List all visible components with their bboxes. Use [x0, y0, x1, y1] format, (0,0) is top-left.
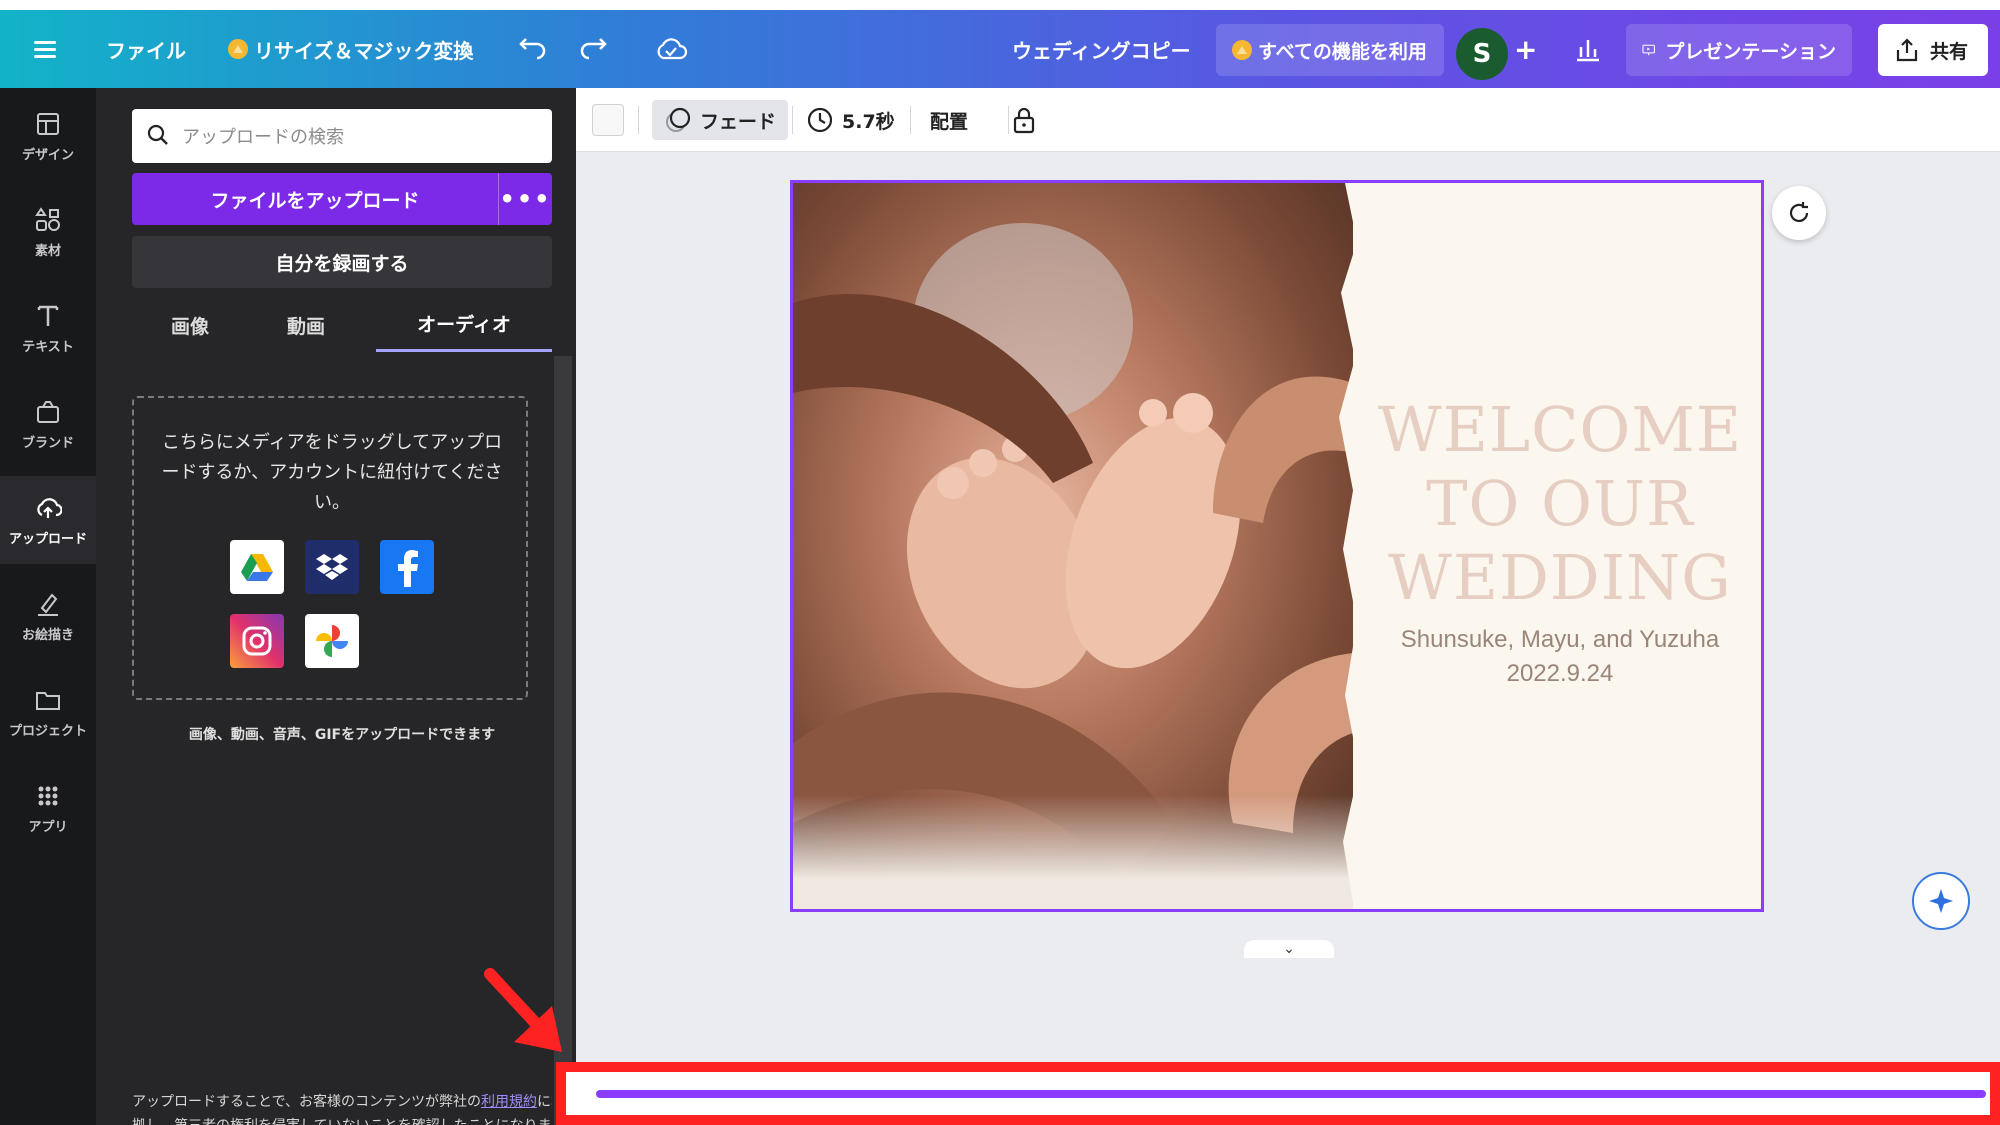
rail-label: お絵描き: [21, 627, 74, 643]
record-yourself-button[interactable]: 自分を録画する: [132, 236, 552, 288]
upload-file-button[interactable]: ファイルをアップロード •••: [132, 173, 552, 225]
rail-label: ブランド: [21, 435, 74, 451]
upload-file-label: ファイルをアップロード: [210, 189, 420, 212]
cloud-upload-icon: [37, 497, 62, 518]
tab-images[interactable]: 画像: [132, 298, 248, 352]
text-icon: [37, 305, 59, 326]
top-bar: ファイル リサイズ＆マジック変換 ウェディングコピー すべての機能を利用 S +…: [0, 0, 2000, 88]
transition-fade-button[interactable]: フェード: [652, 100, 789, 140]
search-input[interactable]: アップロードの検索: [132, 109, 552, 163]
undo-icon[interactable]: [518, 10, 548, 88]
google-photos-icon[interactable]: [305, 614, 359, 668]
terms-link[interactable]: 利用規約: [481, 1094, 537, 1110]
shapes-icon: [35, 206, 60, 231]
red-arrow-icon: [484, 968, 562, 1052]
add-people-icon[interactable]: +: [1514, 10, 1537, 88]
rail-label: テキスト: [22, 339, 74, 355]
apps-grid-icon: [38, 786, 58, 805]
instagram-icon[interactable]: [230, 614, 284, 668]
google-drive-icon[interactable]: [230, 540, 284, 594]
regenerate-icon[interactable]: [1772, 186, 1826, 240]
terms-text-2: に準: [537, 1094, 552, 1110]
baby-feet-photo[interactable]: [793, 183, 1353, 909]
lock-icon[interactable]: [1010, 100, 1038, 140]
pen-icon: [38, 592, 58, 616]
drop-zone[interactable]: こちらにメディアをドラッグしてアップロードするか、アカウントに紐付けてください。: [132, 396, 528, 700]
fade-icon: [666, 107, 691, 132]
search-icon: [147, 124, 168, 145]
design-canvas[interactable]: WELCOME TO OUR WEDDING Shunsuke, Mayu, a…: [790, 180, 1764, 912]
file-menu[interactable]: ファイル: [106, 10, 186, 88]
pro-label: すべての機能を利用: [1258, 40, 1427, 63]
names-text: Shunsuke, Mayu, and Yuzuha: [1400, 626, 1720, 653]
dropbox-icon[interactable]: [305, 540, 359, 594]
share-label: 共有: [1930, 40, 1969, 63]
clock-icon: [807, 107, 833, 133]
editor-workspace: フェード 5.7秒 配置 WELCOME TO OUR WEDDING Shun…: [576, 88, 2000, 1125]
design-title[interactable]: ウェディングコピー: [1012, 10, 1191, 88]
couple-names[interactable]: Shunsuke, Mayu, and Yuzuha 2022.9.24: [1353, 623, 1761, 691]
crown-icon: [228, 39, 248, 59]
cloud-save-icon[interactable]: [654, 10, 688, 88]
terms-notice: アップロードすることで、お客様のコンテンツが弊社の利用規約に準 拠し、第三者の権…: [132, 1090, 552, 1125]
rail-label: プロジェクト: [8, 723, 87, 739]
welcome-headline[interactable]: WELCOME TO OUR WEDDING: [1353, 393, 1761, 615]
share-icon: [1896, 38, 1918, 62]
menu-icon[interactable]: [34, 10, 64, 88]
resize-label: リサイズ＆マジック変換: [254, 38, 474, 63]
rail-item-design[interactable]: デザイン: [0, 92, 96, 180]
chevron-down-icon[interactable]: ⌄: [1244, 940, 1334, 958]
present-button[interactable]: プレゼンテーション: [1626, 24, 1852, 76]
crown-icon: [1232, 40, 1252, 60]
share-button[interactable]: 共有: [1878, 24, 1988, 76]
brand-icon: [37, 400, 59, 423]
date-text: 2022.9.24: [1506, 660, 1614, 687]
rail-item-uploads[interactable]: アップロード: [0, 476, 96, 564]
rail-item-brand[interactable]: ブランド: [0, 380, 96, 468]
arrange-button[interactable]: 配置: [930, 100, 968, 140]
present-label: プレゼンテーション: [1665, 40, 1836, 63]
timeline-scrubber[interactable]: [596, 1090, 1986, 1098]
rail-item-draw[interactable]: お絵描き: [0, 572, 96, 660]
rail-label: アプリ: [28, 819, 68, 835]
insights-icon[interactable]: [1574, 10, 1602, 88]
layout-icon: [37, 112, 59, 135]
pro-button[interactable]: すべての機能を利用: [1216, 24, 1444, 76]
rail-label: 素材: [34, 243, 61, 259]
rail-item-elements[interactable]: 素材: [0, 188, 96, 276]
background-color-swatch[interactable]: [592, 104, 624, 136]
rail-label: アップロード: [8, 531, 87, 547]
present-icon: [1642, 44, 1655, 56]
redo-icon[interactable]: [578, 10, 608, 88]
tab-videos[interactable]: 動画: [248, 298, 364, 352]
upload-formats-note: 画像、動画、音声、GIFをアップロードできます: [188, 727, 496, 743]
search-placeholder: アップロードの検索: [182, 127, 344, 148]
context-toolbar: フェード 5.7秒 配置: [576, 88, 2000, 152]
rail-item-text[interactable]: テキスト: [0, 284, 96, 372]
folder-icon: [36, 691, 60, 710]
resize-magic-button[interactable]: リサイズ＆マジック変換: [228, 10, 473, 88]
duration-label: 5.7秒: [842, 110, 895, 133]
facebook-icon[interactable]: [380, 540, 434, 594]
drop-zone-text: こちらにメディアをドラッグしてアップロードするか、アカウントに紐付けてください。: [161, 432, 503, 513]
more-options-icon[interactable]: •••: [498, 173, 552, 225]
terms-text: アップロードすることで、お客様のコンテンツが弊社の: [132, 1094, 482, 1110]
fade-label: フェード: [700, 110, 777, 133]
duration-button[interactable]: 5.7秒: [806, 100, 895, 140]
avatar[interactable]: S: [1456, 28, 1508, 80]
rail-label: デザイン: [21, 147, 74, 163]
rail-item-apps[interactable]: アプリ: [0, 764, 96, 852]
magic-sparkle-icon[interactable]: [1912, 872, 1970, 930]
terms-text-3: 拠し、第三者の権利を侵害していないことを確認したことになりま: [132, 1114, 552, 1125]
tab-audio[interactable]: オーディオ: [376, 298, 552, 352]
left-rail: デザイン 素材 テキスト ブランド アップロード お絵描き プロジェクト アプリ: [0, 88, 96, 1125]
rail-item-projects[interactable]: プロジェクト: [0, 668, 96, 756]
